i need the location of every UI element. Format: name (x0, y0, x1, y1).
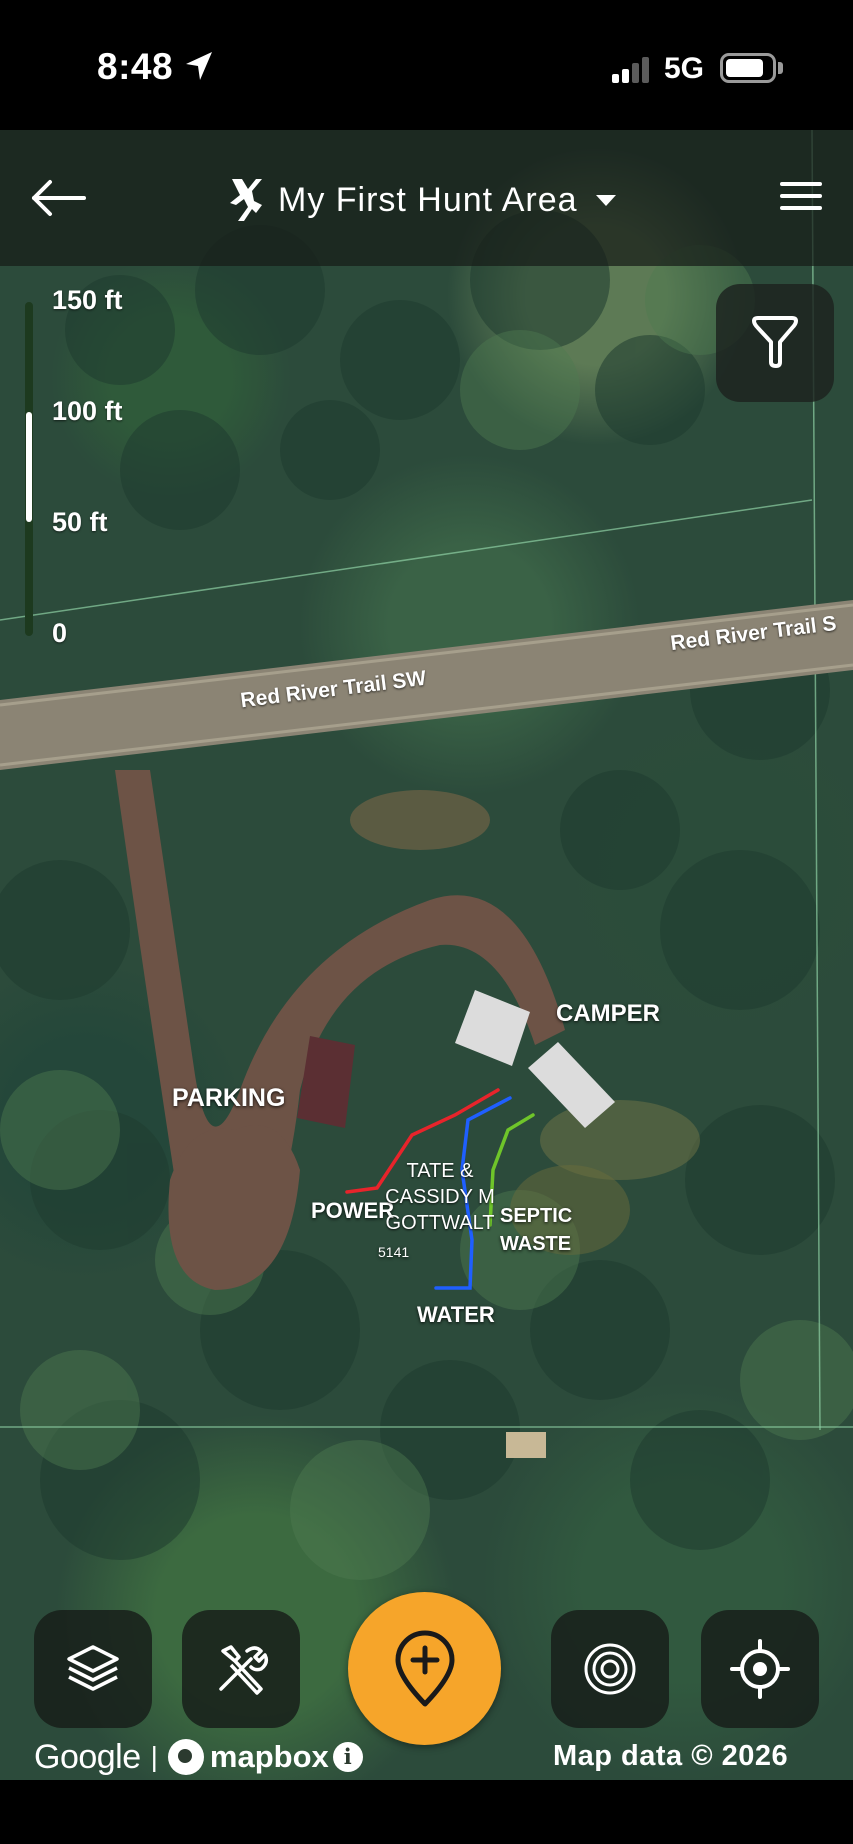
bottom-safe-area (0, 1780, 853, 1844)
battery-cap (778, 62, 783, 74)
label-septic-waste: SEPTIC WASTE (500, 1205, 573, 1255)
scale-label-0: 0 (52, 618, 68, 648)
battery-icon (720, 53, 776, 83)
rings-button[interactable] (551, 1610, 669, 1728)
scale-bar-segment (26, 412, 32, 522)
scale-label-150: 150 ft (52, 285, 123, 315)
parcel-owner-label: TATE & CASSIDY M GOTTWALT (385, 1160, 495, 1234)
label-parking: PARKING (172, 1084, 286, 1112)
locate-icon (730, 1639, 790, 1699)
status-bar: 8:48 5G (0, 0, 853, 130)
filter-funnel-icon (752, 316, 798, 368)
mapbox-logo-icon (167, 1739, 204, 1775)
filter-button[interactable] (716, 284, 834, 402)
info-icon[interactable]: i (332, 1742, 363, 1772)
cell-signal-icon (612, 57, 652, 83)
label-address: 5141 (378, 1244, 410, 1260)
scale-label-50: 50 ft (52, 507, 108, 537)
hunt-area-title: My First Hunt Area (278, 180, 578, 219)
hunter-logo-icon (230, 179, 262, 221)
rings-icon (584, 1643, 636, 1695)
add-marker-button[interactable] (348, 1592, 501, 1745)
add-marker-icon (395, 1630, 455, 1707)
tools-button[interactable] (182, 1610, 300, 1728)
network-type: 5G (664, 52, 705, 85)
hunt-area-selector[interactable]: My First Hunt Area (222, 172, 616, 228)
attribution-separator: | (150, 1741, 158, 1772)
label-water: WATER (417, 1302, 495, 1327)
mapbox-logo: mapbox (209, 1739, 329, 1774)
app-header: My First Hunt Area (0, 130, 853, 266)
location-arrow-icon (186, 52, 212, 80)
back-arrow-icon[interactable] (28, 172, 88, 224)
label-camper: CAMPER (556, 1000, 661, 1027)
hamburger-menu-icon[interactable] (780, 182, 822, 216)
locate-button[interactable] (701, 1610, 819, 1728)
layers-icon (67, 1645, 119, 1691)
map-data-copyright: Map data © 2026 (553, 1740, 789, 1772)
layers-button[interactable] (34, 1610, 152, 1728)
dropdown-caret-icon (595, 194, 616, 206)
status-time: 8:48 (97, 46, 174, 87)
tools-icon (219, 1645, 269, 1695)
map-attribution: Google | mapbox i (34, 1735, 363, 1779)
scale-label-100: 100 ft (52, 396, 123, 426)
google-logo: Google (34, 1737, 141, 1776)
